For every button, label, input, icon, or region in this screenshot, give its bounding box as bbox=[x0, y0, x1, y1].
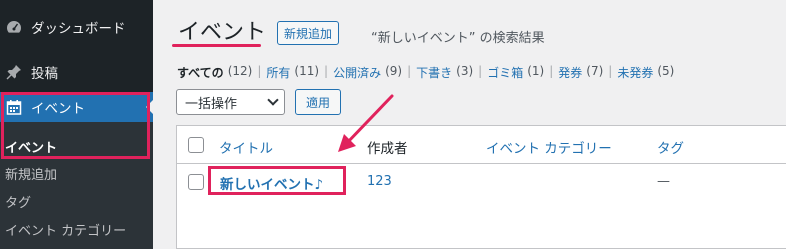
status-filters: すべての (12) | 所有 (11) | 公開済み (9) | 下書き (3) | ゴ… bbox=[177, 64, 674, 81]
filter-published[interactable]: 公開済み (9) bbox=[333, 64, 402, 81]
column-header-title[interactable]: タイトル bbox=[219, 137, 273, 157]
menu-highlight-box bbox=[1, 92, 150, 159]
filter-trash[interactable]: ゴミ箱 (1) bbox=[487, 64, 544, 81]
row-author-link[interactable]: 123 bbox=[367, 174, 392, 189]
column-header-tags[interactable]: タグ bbox=[657, 137, 684, 157]
dashboard-icon bbox=[5, 18, 23, 36]
page-title: イベント bbox=[178, 20, 267, 45]
submenu-item-event-categories[interactable]: イベント カテゴリー bbox=[5, 220, 126, 239]
filter-separator: | bbox=[549, 64, 554, 78]
title-underline bbox=[172, 44, 261, 47]
chevron-down-icon bbox=[267, 94, 279, 106]
filter-separator: | bbox=[478, 64, 483, 78]
column-header-event-category[interactable]: イベント カテゴリー bbox=[486, 137, 612, 157]
sidebar-item-posts[interactable]: 投稿 bbox=[0, 59, 153, 85]
submenu-item-add-new[interactable]: 新規追加 bbox=[5, 164, 57, 183]
filter-ticketed[interactable]: 発券 (7) bbox=[558, 64, 603, 81]
admin-sidebar: ダッシュボード 投稿 イベント イベント 新規追加 タグ イベント カテゴリー bbox=[0, 0, 153, 249]
pushpin-icon bbox=[5, 63, 23, 81]
select-all-checkbox[interactable] bbox=[188, 137, 204, 153]
submenu-item-tags[interactable]: タグ bbox=[5, 192, 31, 211]
row-tags: — bbox=[657, 174, 670, 189]
filter-separator: | bbox=[324, 64, 329, 78]
annotation-arrow bbox=[338, 94, 394, 152]
table-header: タイトル 作成者 イベント カテゴリー タグ bbox=[177, 126, 786, 164]
filter-mine[interactable]: 所有 (11) bbox=[266, 64, 319, 81]
filter-separator: | bbox=[608, 64, 613, 78]
sidebar-item-dashboard[interactable]: ダッシュボード bbox=[0, 14, 153, 40]
filter-separator: | bbox=[257, 64, 262, 78]
filter-all[interactable]: すべての (12) bbox=[177, 64, 252, 81]
sidebar-item-label: ダッシュボード bbox=[31, 21, 126, 37]
filter-unticketed[interactable]: 未発券 (5) bbox=[617, 64, 674, 81]
row-checkbox[interactable] bbox=[188, 174, 204, 190]
add-new-button[interactable]: 新規追加 bbox=[277, 21, 340, 45]
row-highlight-box bbox=[208, 166, 346, 195]
search-result-text: “新しいイベント” の検索結果 bbox=[371, 31, 545, 46]
filter-draft[interactable]: 下書き (3) bbox=[416, 64, 473, 81]
filter-separator: | bbox=[407, 64, 412, 78]
sidebar-item-label: 投稿 bbox=[31, 66, 58, 82]
bulk-actions-select[interactable]: 一括操作 bbox=[176, 89, 285, 115]
bulk-actions-value: 一括操作 bbox=[185, 96, 238, 112]
